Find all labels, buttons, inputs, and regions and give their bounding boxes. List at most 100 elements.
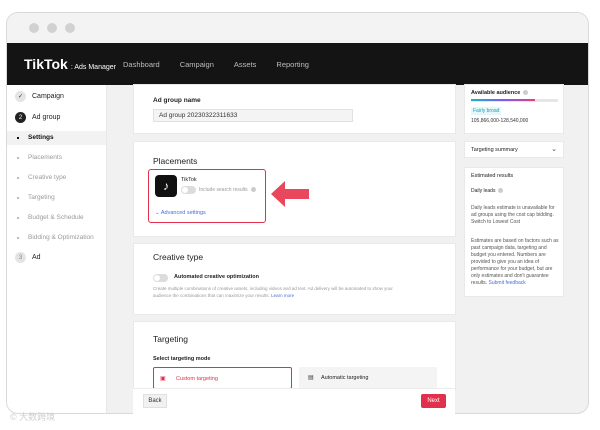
available-audience-card: Available audience Fairly broad 105,866,… [464, 84, 564, 134]
tiktok-ads-logo[interactable]: TikTok : Ads Manager [7, 56, 123, 72]
bullet-icon [17, 236, 19, 239]
sidebar-step-campaign[interactable]: ✓ Campaign [15, 91, 64, 102]
footer-bar [133, 388, 455, 414]
audience-title-text: Available audience [471, 90, 521, 96]
estimate-last-text: results. [471, 280, 488, 286]
step-label: Ad group [32, 114, 61, 121]
info-icon [523, 90, 529, 96]
sidebar: ✓ Campaign 2 Ad group Settings Placement… [7, 85, 107, 413]
info-icon [250, 187, 256, 193]
window-minimize-dot[interactable] [47, 23, 57, 33]
estimate-line-3: budget you entered. Numbers are [471, 252, 546, 258]
learn-more-link[interactable]: Learn more [271, 293, 294, 298]
estimated-results-title: Estimated results [471, 173, 514, 179]
include-search-label: Include search results [199, 187, 256, 193]
automatic-targeting-option[interactable]: ▤ Automatic targeting [299, 367, 437, 389]
nav-assets[interactable]: Assets [234, 60, 257, 69]
switch-to-lowest-cost-link[interactable]: Switch to Lowest Cost [471, 219, 559, 226]
placements-title: Placements [153, 156, 198, 166]
daily-leads-text: Daily leads [471, 188, 496, 194]
back-button[interactable]: Back [143, 394, 167, 408]
audience-title: Available audience [471, 90, 529, 96]
automated-creative-toggle[interactable] [153, 274, 168, 282]
logo-main: TikTok [24, 56, 68, 72]
ad-group-name-label: Ad group name [153, 97, 201, 104]
chevron-down-icon: ⌄ [551, 146, 557, 153]
nav-campaign[interactable]: Campaign [180, 60, 214, 69]
sidebar-item-bidding-optimization[interactable]: Bidding & Optimization [17, 234, 94, 241]
estimated-results-card: Estimated results Daily leads Daily lead… [464, 167, 564, 297]
targeting-mode-label: Select targeting mode [153, 356, 211, 362]
logo-sub: : Ads Manager [70, 64, 116, 71]
info-icon [498, 188, 504, 194]
creative-description-text: audience the combinations that can maxim… [153, 293, 270, 298]
automatic-targeting-label: Automatic targeting [321, 375, 369, 381]
daily-leads-line2: ad groups using the cost cap bidding. [471, 212, 554, 218]
bullet-icon [17, 156, 19, 159]
bullet-icon [17, 176, 19, 179]
sidebar-item-label: Targeting [28, 194, 55, 201]
top-nav-bar: TikTok : Ads Manager Dashboard Campaign … [7, 43, 588, 85]
sidebar-item-label: Creative type [28, 174, 67, 181]
targeting-title: Targeting [153, 334, 188, 344]
bullet-icon [17, 216, 19, 219]
creative-description-line1: Create multiple combinations of creative… [153, 286, 393, 291]
custom-targeting-option[interactable]: ▣ Custom targeting [153, 367, 292, 389]
step-label: Ad [32, 254, 41, 261]
sidebar-item-label: Budget & Schedule [28, 214, 84, 221]
include-search-text: Include search results [199, 187, 248, 193]
sidebar-item-targeting[interactable]: Targeting [17, 194, 55, 201]
ad-group-name-card: Ad group name Ad group 20230322311633 [133, 84, 456, 134]
step-label: Campaign [32, 93, 64, 100]
include-search-toggle[interactable] [181, 186, 196, 194]
automatic-targeting-icon: ▤ [308, 375, 314, 381]
estimate-line-6: only estimates and don't guarantee [471, 273, 549, 279]
sidebar-step-ad[interactable]: 3 Ad [15, 252, 41, 263]
bullet-icon [17, 136, 19, 139]
submit-feedback-link[interactable]: Submit feedback [489, 280, 526, 286]
sidebar-item-label: Settings [28, 134, 54, 141]
creative-description-line2: audience the combinations that can maxim… [153, 293, 294, 298]
custom-targeting-icon: ▣ [160, 376, 166, 382]
sidebar-item-settings[interactable]: Settings [17, 134, 54, 141]
advanced-settings-link[interactable]: ⌄ Advanced settings [155, 210, 206, 216]
bullet-icon [17, 196, 19, 199]
estimate-line-7: results. Submit feedback [471, 280, 559, 287]
ad-group-name-input[interactable]: Ad group 20230322311633 [153, 109, 353, 122]
step-number: 3 [15, 252, 26, 263]
sidebar-step-ad-group[interactable]: 2 Ad group [15, 112, 60, 123]
sidebar-item-creative-type[interactable]: Creative type [17, 174, 66, 181]
tiktok-placement-option[interactable]: ♪ TikTok Include search results ⌄ Advanc… [148, 169, 266, 223]
check-icon: ✓ [15, 91, 26, 102]
creative-type-card: Creative type Automated creative optimiz… [133, 243, 456, 315]
tiktok-label: TikTok [181, 177, 197, 183]
daily-leads-label: Daily leads [471, 188, 504, 194]
step-number: 2 [15, 112, 26, 123]
audience-meter-fill [471, 99, 535, 101]
advanced-settings-text: Advanced settings [160, 210, 206, 216]
window-chrome [7, 13, 588, 43]
sidebar-item-budget-schedule[interactable]: Budget & Schedule [17, 214, 84, 221]
window-maximize-dot[interactable] [65, 23, 75, 33]
audience-status-badge: Fairly broad [471, 107, 502, 115]
estimate-line-5: performance for your budget, but are [471, 266, 553, 272]
targeting-summary-card[interactable]: Targeting summary ⌄ [464, 141, 564, 158]
automated-creative-label: Automated creative optimization [174, 274, 259, 280]
tiktok-logo-icon: ♪ [155, 175, 177, 197]
audience-range: 105,866,000-128,540,000 [471, 118, 529, 124]
estimate-line-2: past campaign data, targeting and [471, 245, 547, 251]
sidebar-item-label: Placements [28, 154, 62, 161]
estimate-line-4: provided to give you an idea of [471, 259, 540, 265]
arrow-pointer-icon [271, 181, 309, 207]
window-close-dot[interactable] [29, 23, 39, 33]
custom-targeting-label: Custom targeting [176, 376, 218, 382]
nav-dashboard[interactable]: Dashboard [123, 60, 160, 69]
daily-leads-line1: Daily leads estimate is unavailable for [471, 205, 555, 211]
estimate-line-1: Estimates are based on factors such as [471, 238, 559, 244]
sidebar-item-placements[interactable]: Placements [17, 154, 62, 161]
creative-type-title: Creative type [153, 252, 204, 262]
sidebar-item-label: Bidding & Optimization [28, 234, 94, 241]
next-button[interactable]: Next [421, 394, 446, 408]
targeting-card: Targeting Select targeting mode ▣ Custom… [133, 321, 456, 391]
nav-reporting[interactable]: Reporting [276, 60, 309, 69]
